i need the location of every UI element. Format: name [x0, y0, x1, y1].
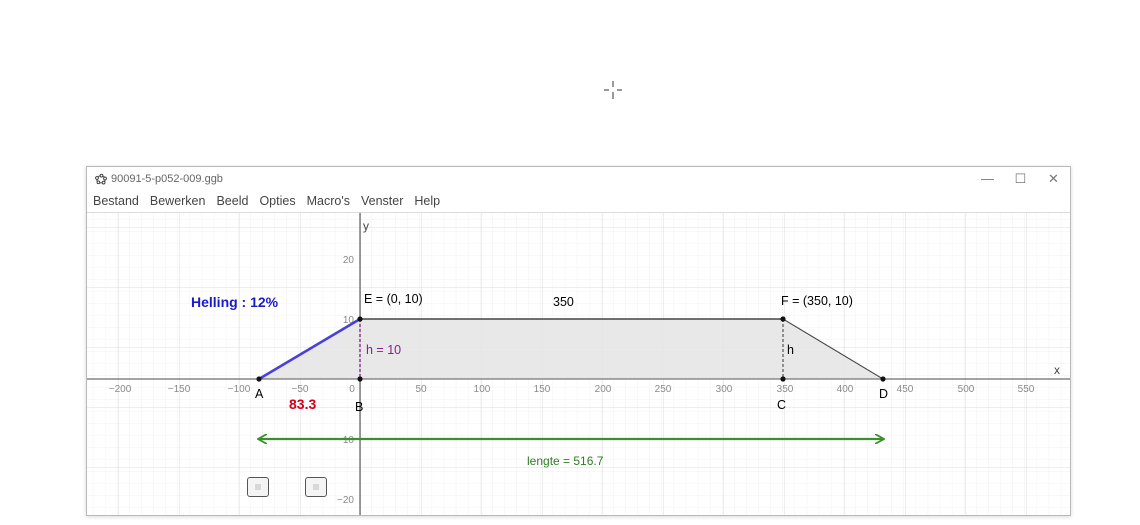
x-tick: 350	[777, 384, 794, 395]
y-tick: −20	[337, 495, 354, 506]
point-b[interactable]	[357, 376, 363, 382]
y-tick: 20	[343, 255, 355, 266]
x-tick: −100	[228, 384, 251, 395]
x-tick: 500	[958, 384, 975, 395]
graphics-canvas[interactable]: x y −200 −150 −100 −50 0 50 100 150 200 …	[87, 213, 1070, 515]
maximize-button[interactable]: ☐	[1004, 167, 1037, 190]
window-controls: — ☐ ✕	[971, 167, 1070, 190]
play-button[interactable]	[247, 477, 269, 497]
x-tick: 200	[595, 384, 612, 395]
window-title: 90091-5-p052-009.ggb	[111, 172, 223, 185]
x-tick: 300	[716, 384, 733, 395]
minimize-button[interactable]: —	[971, 167, 1004, 190]
point-a-label[interactable]: A	[255, 387, 264, 401]
point-b-label[interactable]: B	[355, 400, 363, 414]
menu-bewerken[interactable]: Bewerken	[150, 194, 206, 208]
close-button[interactable]: ✕	[1037, 167, 1070, 190]
point-f-label[interactable]: F = (350, 10)	[781, 294, 853, 308]
top-length-label[interactable]: 350	[553, 295, 574, 309]
menu-beeld[interactable]: Beeld	[216, 194, 248, 208]
pause-button[interactable]	[305, 477, 327, 497]
menu-help[interactable]: Help	[414, 194, 440, 208]
height-label[interactable]: h = 10	[366, 343, 401, 357]
point-c[interactable]	[780, 376, 786, 382]
x-tick: −150	[168, 384, 191, 395]
x-tick: 100	[474, 384, 491, 395]
x-tick: 550	[1018, 384, 1035, 395]
title-bar: 90091-5-p052-009.ggb — ☐ ✕	[87, 167, 1070, 190]
geogebra-window: 90091-5-p052-009.ggb — ☐ ✕ Bestand Bewer…	[86, 166, 1071, 516]
crosshair-cursor-icon	[604, 81, 622, 99]
menu-macros[interactable]: Macro's	[307, 194, 350, 208]
menu-bestand[interactable]: Bestand	[93, 194, 139, 208]
menu-bar: Bestand Bewerken Beeld Opties Macro's Ve…	[87, 190, 1070, 213]
geogebra-logo-icon	[95, 173, 107, 184]
menu-venster[interactable]: Venster	[361, 194, 403, 208]
x-tick: −200	[109, 384, 132, 395]
x-tick: 0	[349, 384, 355, 395]
x-tick: 400	[837, 384, 854, 395]
lengte-label[interactable]: lengte = 516.7	[527, 454, 604, 468]
point-d[interactable]	[880, 376, 886, 382]
y-axis-label: y	[363, 219, 369, 233]
x-tick: 250	[655, 384, 672, 395]
height-label-right[interactable]: h	[787, 343, 794, 357]
x-tick: 50	[415, 384, 427, 395]
point-a[interactable]	[256, 376, 262, 382]
graphics-view[interactable]: x y −200 −150 −100 −50 0 50 100 150 200 …	[87, 213, 1070, 515]
menu-opties[interactable]: Opties	[259, 194, 295, 208]
point-e[interactable]	[357, 316, 363, 322]
x-tick: 450	[897, 384, 914, 395]
y-tick: −10	[337, 435, 354, 446]
point-f[interactable]	[780, 316, 786, 322]
ab-length-label[interactable]: 83.3	[289, 396, 316, 412]
x-axis-label: x	[1054, 363, 1060, 377]
x-tick: −50	[292, 384, 309, 395]
point-e-label[interactable]: E = (0, 10)	[364, 292, 423, 306]
helling-label[interactable]: Helling : 12%	[191, 294, 279, 310]
point-c-label[interactable]: C	[777, 398, 786, 412]
point-d-label[interactable]: D	[879, 387, 888, 401]
x-tick: 150	[534, 384, 551, 395]
